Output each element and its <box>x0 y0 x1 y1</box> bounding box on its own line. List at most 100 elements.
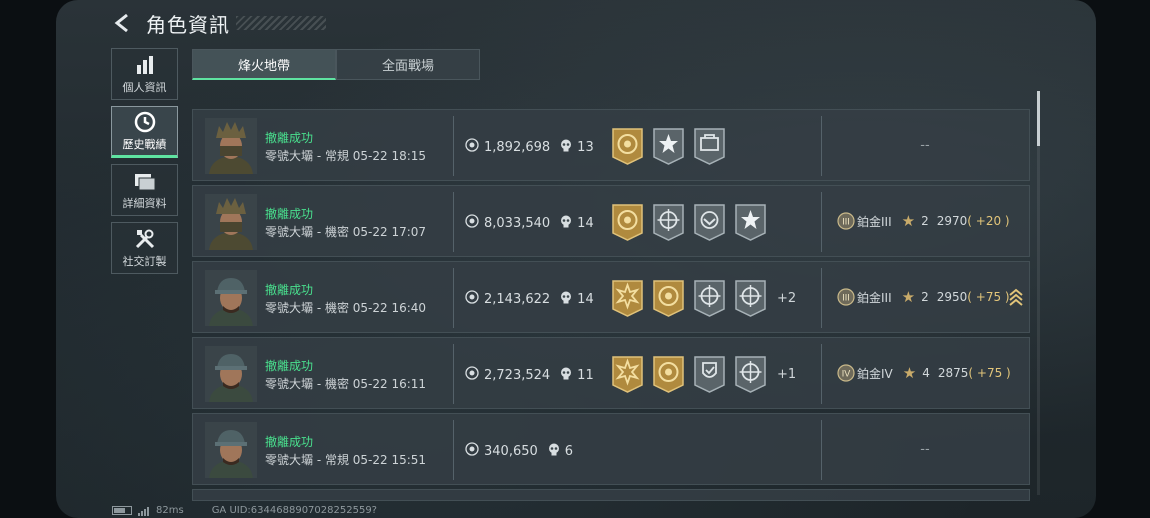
gold-medal-icon[interactable] <box>652 355 685 393</box>
burst-gold-medal-icon[interactable] <box>611 279 644 317</box>
sidebar-item-3[interactable]: 社交訂製 <box>111 222 178 274</box>
score-value: 340,650 <box>484 443 538 459</box>
match-score: 2,143,622 14 <box>465 290 594 308</box>
sidebar-item-1[interactable]: 歷史戰績 <box>111 106 178 158</box>
medal-list <box>611 127 734 165</box>
rank-empty: -- <box>920 442 930 457</box>
match-status: 撤離成功 <box>265 207 314 221</box>
match-score: 340,650 6 <box>465 442 573 460</box>
kills-value: 6 <box>564 443 574 459</box>
match-map-time: 零號大壩 - 機密 05-22 17:07 <box>265 225 427 239</box>
bag-medal-icon[interactable] <box>693 127 726 165</box>
rank-delta: ( +75 ) <box>968 366 1011 380</box>
gold-medal-icon[interactable] <box>611 203 644 241</box>
sidebar-item-0[interactable]: 個人資訊 <box>111 48 178 100</box>
sidebar: 個人資訊歷史戰績詳細資料社交訂製 <box>111 48 178 280</box>
gold-medal-icon[interactable] <box>611 127 644 165</box>
kill-count: 14 <box>560 215 594 232</box>
kills-value: 14 <box>577 291 594 307</box>
match-score: 1,892,698 13 <box>465 138 594 156</box>
skull-icon <box>548 443 560 460</box>
rank-points: 2875 <box>937 366 969 380</box>
row-divider <box>821 268 822 328</box>
match-row[interactable]: 撤離成功零號大壩 - 機密 05-22 16:11 2,723,524 11 +1 IV… <box>192 337 1030 409</box>
star-icon: ★ <box>901 212 916 230</box>
star-medal-icon[interactable] <box>734 203 767 241</box>
more-medals-count[interactable]: +2 <box>777 291 796 306</box>
rank-name: 鉑金IV <box>857 366 893 381</box>
scrollbar-thumb[interactable] <box>1037 91 1040 146</box>
star-icon: ★ <box>901 288 916 306</box>
cap-operator-avatar <box>205 422 257 478</box>
match-map-time: 零號大壩 - 機密 05-22 16:11 <box>265 377 427 391</box>
match-row-partial[interactable] <box>192 489 1030 501</box>
match-status: 撤離成功 <box>265 283 314 297</box>
tab-0[interactable]: 烽火地帶 <box>192 49 336 80</box>
score-value: 8,033,540 <box>484 215 551 231</box>
burst-gold-medal-icon[interactable] <box>611 355 644 393</box>
more-medals-count[interactable]: +1 <box>777 367 796 382</box>
kill-count: 6 <box>548 443 573 460</box>
match-map-time: 零號大壩 - 常規 05-22 18:15 <box>265 149 427 163</box>
star-icon: ★ <box>902 364 917 382</box>
target-medal-icon[interactable] <box>734 355 767 393</box>
kills-value: 14 <box>577 215 594 231</box>
battery-icon <box>112 506 132 515</box>
rank-empty: -- <box>920 138 930 153</box>
sidebar-item-label: 歷史戰績 <box>122 137 167 151</box>
clock-icon <box>133 111 157 133</box>
sidebar-item-label: 詳細資料 <box>122 196 167 210</box>
rank-stars: 2 <box>921 290 929 304</box>
target-medal-icon[interactable] <box>693 279 726 317</box>
match-status: 撤離成功 <box>265 359 314 373</box>
tab-1[interactable]: 全面戰場 <box>336 49 480 80</box>
match-map-time: 零號大壩 - 常規 05-22 15:51 <box>265 453 427 467</box>
rescue-medal-icon[interactable] <box>693 203 726 241</box>
match-row[interactable]: 撤離成功零號大壩 - 常規 05-22 18:15 1,892,698 13 -- <box>192 109 1030 181</box>
match-row[interactable]: 撤離成功零號大壩 - 機密 05-22 17:07 8,033,540 14 III 鉑… <box>192 185 1030 257</box>
shield-medal-icon[interactable] <box>693 355 726 393</box>
match-row[interactable]: 撤離成功 零號大壩 - 機密 05-22 16:40 2,143,622 14 +2 II… <box>192 261 1030 333</box>
scrollbar[interactable] <box>1037 91 1040 495</box>
rank-delta: ( +75 ) <box>967 290 1010 304</box>
page-title: 角色資訊 <box>146 12 230 37</box>
armored-operator-avatar <box>205 194 257 250</box>
kills-value: 11 <box>577 367 594 383</box>
coin-icon <box>465 442 479 460</box>
rank-stars: 4 <box>922 366 930 380</box>
match-status: 撤離成功 <box>265 435 314 449</box>
rank-name: 鉑金III <box>857 214 892 229</box>
rank-up-chevron-icon <box>1009 287 1023 307</box>
medal-list <box>611 203 775 241</box>
match-status: 撤離成功 <box>265 131 314 145</box>
row-divider <box>821 344 822 404</box>
skull-icon <box>560 215 572 232</box>
gold-medal-icon[interactable] <box>652 279 685 317</box>
svg-text:III: III <box>842 293 850 303</box>
medal-list: +2 <box>611 279 796 317</box>
target-medal-icon[interactable] <box>652 203 685 241</box>
folder-icon <box>133 170 157 192</box>
kills-value: 13 <box>577 139 594 155</box>
target-medal-icon[interactable] <box>734 279 767 317</box>
page-header: 角色資訊 <box>112 10 326 37</box>
skull-icon <box>560 367 572 384</box>
star-medal-icon[interactable] <box>652 127 685 165</box>
rank-name: 鉑金III <box>857 290 892 305</box>
sidebar-item-2[interactable]: 詳細資料 <box>111 164 178 216</box>
rank-info: III 鉑金III ★ 2 2950 ( +75 ) <box>837 288 1010 306</box>
svg-text:III: III <box>842 217 850 227</box>
row-divider <box>821 192 822 252</box>
score-value: 1,892,698 <box>484 139 551 155</box>
kill-count: 13 <box>560 139 594 156</box>
rank-delta-value: +75 <box>975 290 1002 304</box>
skull-icon <box>560 139 572 156</box>
match-row[interactable]: 撤離成功零號大壩 - 常規 05-22 15:51 340,650 6 -- <box>192 413 1030 485</box>
back-arrow-icon[interactable] <box>112 12 134 34</box>
match-score: 2,723,524 11 <box>465 366 594 384</box>
rank-delta-value: +75 <box>976 366 1003 380</box>
coin-icon <box>465 138 479 156</box>
coin-icon <box>465 214 479 232</box>
cap-operator-avatar <box>205 346 257 402</box>
svg-text:IV: IV <box>842 369 851 379</box>
